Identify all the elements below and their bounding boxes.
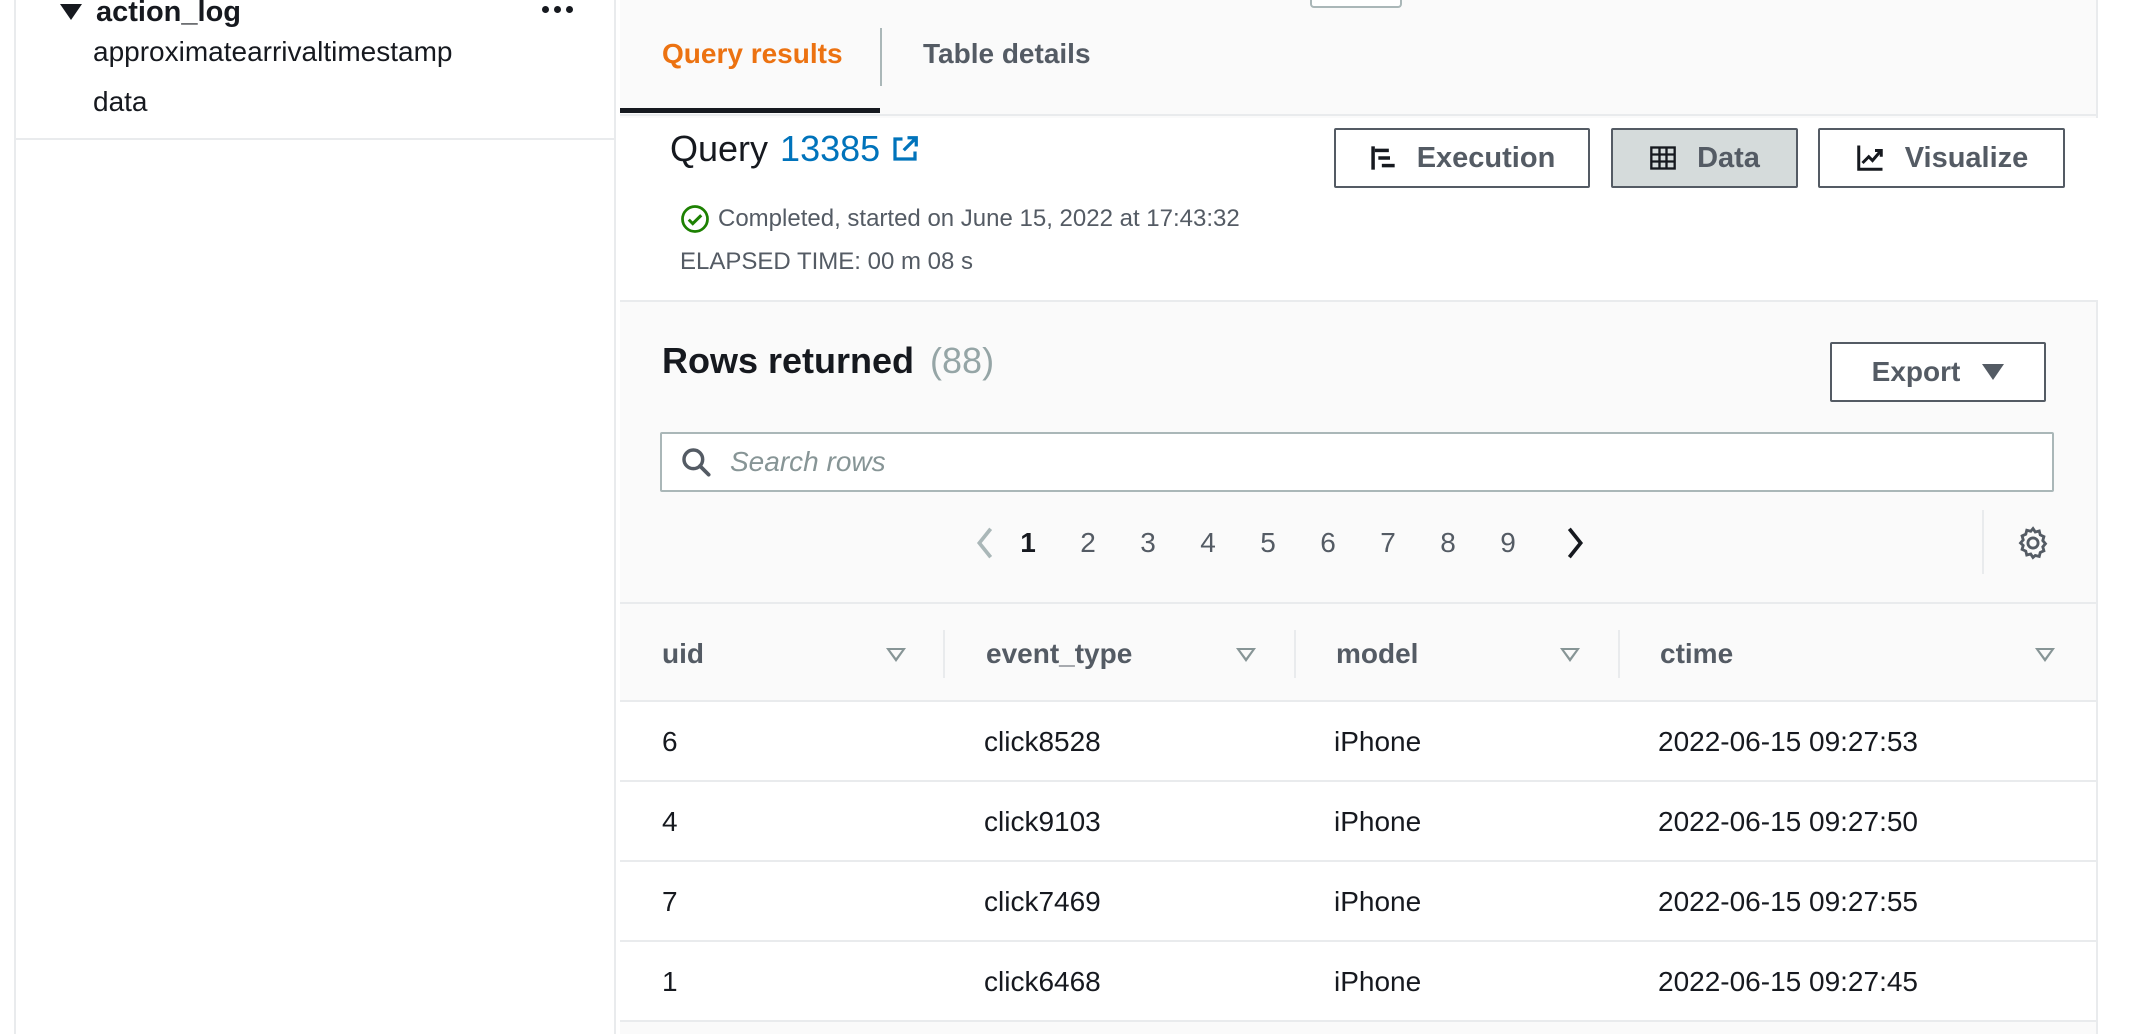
line-chart-icon <box>1856 145 1883 171</box>
elapsed-time: ELAPSED TIME: 00 m 08 s <box>680 248 974 275</box>
page-5[interactable]: 5 <box>1248 518 1288 568</box>
sort-icon[interactable] <box>2035 648 2055 662</box>
column-header-event-type[interactable]: event_type <box>986 604 1132 704</box>
column-item[interactable]: data <box>93 86 148 118</box>
schema-sidebar: action_log approximatearrivaltimestamp d… <box>14 0 616 1034</box>
gantt-icon <box>1371 146 1395 170</box>
visualize-button[interactable]: Visualize <box>1818 128 2065 188</box>
cell-event-type: click7469 <box>984 886 1101 917</box>
page-3[interactable]: 3 <box>1128 518 1168 568</box>
caret-down-icon[interactable] <box>60 4 82 20</box>
page-6[interactable]: 6 <box>1308 518 1348 568</box>
query-status: Completed, started on June 15, 2022 at 1… <box>680 204 1240 234</box>
data-button[interactable]: Data <box>1611 128 1798 188</box>
column-resizer[interactable] <box>943 630 945 678</box>
rows-title: Rows returned <box>662 340 915 381</box>
query-id-link[interactable]: 13385 <box>780 128 880 170</box>
data-label: Data <box>1697 141 1760 174</box>
divider <box>16 138 616 140</box>
cell-event-type: click6468 <box>984 966 1101 997</box>
cell-event-type: click9103 <box>984 806 1101 837</box>
cell-uid: 7 <box>662 886 678 917</box>
cell-model: iPhone <box>1334 886 1422 917</box>
search-box[interactable] <box>660 432 2054 492</box>
page-8[interactable]: 8 <box>1428 518 1468 568</box>
pager-divider <box>1982 510 1984 574</box>
table-row[interactable]: 1 click6468 iPhone 2022-06-15 09:27:45 <box>620 942 2096 1022</box>
chevron-left-icon[interactable] <box>972 526 998 560</box>
column-item[interactable]: approximatearrivaltimestamp <box>93 36 452 68</box>
cell-ctime: 2022-06-15 09:27:53 <box>1658 726 1918 757</box>
export-button[interactable]: Export <box>1830 342 2046 402</box>
check-circle-icon <box>681 205 709 233</box>
execution-label: Execution <box>1416 141 1556 174</box>
cell-ctime: 2022-06-15 09:27:55 <box>1658 886 1918 917</box>
page-7[interactable]: 7 <box>1368 518 1408 568</box>
table-row[interactable]: 6 click8528 iPhone 2022-06-15 09:27:53 <box>620 702 2096 782</box>
table-tree-node[interactable]: action_log <box>60 0 241 30</box>
page-1[interactable]: 1 <box>1008 518 1048 568</box>
tab-separator <box>880 28 882 86</box>
cell-model: iPhone <box>1334 966 1422 997</box>
page-2[interactable]: 2 <box>1068 518 1108 568</box>
query-label: Query <box>670 128 769 169</box>
column-resizer[interactable] <box>1618 630 1620 678</box>
external-link-icon[interactable] <box>890 134 920 164</box>
execution-button[interactable]: Execution <box>1334 128 1590 188</box>
column-header-uid[interactable]: uid <box>662 604 704 704</box>
sort-icon[interactable] <box>886 648 906 662</box>
results-table: uid event_type model ctime 6 click8528 i… <box>620 602 2096 1022</box>
table-header-row: uid event_type model ctime <box>620 602 2096 702</box>
visualize-label: Visualize <box>1904 141 2029 174</box>
tab-bar: Query results Table details <box>620 0 2098 116</box>
grid-icon <box>1650 146 1676 170</box>
cell-ctime: 2022-06-15 09:27:45 <box>1658 966 1918 997</box>
caret-down-icon <box>1982 364 2005 380</box>
export-label: Export <box>1871 356 1961 387</box>
tab-table-details[interactable]: Table details <box>923 38 1091 70</box>
chevron-right-icon[interactable] <box>1562 526 1588 560</box>
cell-model: iPhone <box>1334 726 1422 757</box>
query-title: Query 13385 <box>670 128 920 170</box>
cell-uid: 6 <box>662 726 678 757</box>
app-root: action_log approximatearrivaltimestamp d… <box>0 0 2138 1034</box>
search-input[interactable] <box>730 446 2052 478</box>
gear-icon[interactable] <box>2016 526 2050 560</box>
cell-uid: 1 <box>662 966 678 997</box>
query-summary: Query 13385 Completed, started on June 1… <box>620 118 2098 302</box>
column-header-model[interactable]: model <box>1336 604 1418 704</box>
page-4[interactable]: 4 <box>1188 518 1228 568</box>
active-tab-indicator <box>620 108 880 113</box>
table-name[interactable]: action_log <box>96 0 241 29</box>
status-text: Completed, started on June 15, 2022 at 1… <box>718 205 1240 232</box>
ellipsis-icon[interactable] <box>542 0 573 19</box>
cell-event-type: click8528 <box>984 726 1101 757</box>
pagination: 1 2 3 4 5 6 7 8 9 <box>620 518 2098 568</box>
cell-uid: 4 <box>662 806 678 837</box>
sort-icon[interactable] <box>1236 648 1256 662</box>
page-9[interactable]: 9 <box>1488 518 1528 568</box>
table-row[interactable]: 4 click9103 iPhone 2022-06-15 09:27:50 <box>620 782 2096 862</box>
column-header-ctime[interactable]: ctime <box>1660 604 1733 704</box>
table-row[interactable]: 7 click7469 iPhone 2022-06-15 09:27:55 <box>620 862 2096 942</box>
rows-count: (88) <box>930 340 995 381</box>
cell-ctime: 2022-06-15 09:27:50 <box>1658 806 1918 837</box>
search-icon <box>682 448 711 477</box>
tab-query-results[interactable]: Query results <box>662 38 843 70</box>
sort-icon[interactable] <box>1560 648 1580 662</box>
rows-returned-heading: Rows returned (88) <box>662 340 994 382</box>
results-panel: Query results Table details Query 13385 … <box>620 0 2098 1034</box>
column-resizer[interactable] <box>1294 630 1296 678</box>
cell-model: iPhone <box>1334 806 1422 837</box>
panel-resize-handle[interactable] <box>1310 0 1402 8</box>
